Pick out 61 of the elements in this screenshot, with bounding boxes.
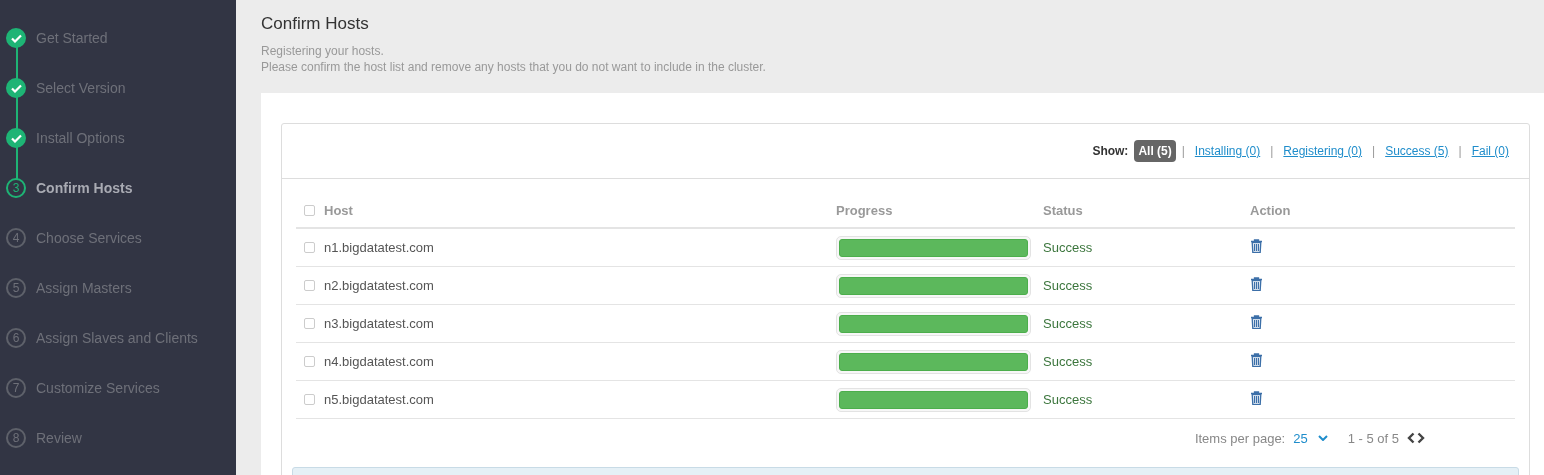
step-label[interactable]: Customize Services xyxy=(36,380,160,396)
step-label[interactable]: Select Version xyxy=(36,80,126,96)
step-label[interactable]: Assign Slaves and Clients xyxy=(36,330,198,346)
row-checkbox[interactable] xyxy=(304,242,315,253)
filter-label: Show: xyxy=(1092,144,1129,158)
page-range: 1 - 5 of 5 xyxy=(1347,430,1399,446)
step-indicator: 5 xyxy=(6,278,26,298)
status-text: Success xyxy=(1043,316,1094,331)
row-checkbox[interactable] xyxy=(304,394,315,405)
check-icon xyxy=(10,33,22,43)
filter-option[interactable]: All (5) xyxy=(1134,140,1176,162)
row-checkbox[interactable] xyxy=(304,318,315,329)
host-name: n3.bigdatatest.com xyxy=(324,316,435,331)
host-name: n4.bigdatatest.com xyxy=(324,354,435,369)
host-name: n2.bigdatatest.com xyxy=(324,278,435,293)
step-label[interactable]: Choose Services xyxy=(36,230,142,246)
page-title: Confirm Hosts xyxy=(261,14,370,34)
items-per-page-label: Items per page: xyxy=(1194,430,1286,446)
trash-icon[interactable] xyxy=(1250,277,1263,291)
status-text: Success xyxy=(1043,392,1094,407)
step-indicator: 8 xyxy=(6,428,26,448)
per-page-select[interactable]: 25 xyxy=(1293,430,1328,446)
select-all-checkbox[interactable] xyxy=(304,204,315,216)
status-text: Success xyxy=(1043,354,1094,369)
filter-separator: | xyxy=(1270,144,1274,158)
step-indicator: 7 xyxy=(6,378,26,398)
trash-icon[interactable] xyxy=(1250,239,1263,253)
check-icon xyxy=(10,133,22,143)
filter-separator: | xyxy=(1372,144,1376,158)
step-indicator: 3 xyxy=(6,178,26,198)
step-indicator: 4 xyxy=(6,228,26,248)
step-label[interactable]: Get Started xyxy=(36,30,108,46)
host-name: n5.bigdatatest.com xyxy=(324,392,435,407)
step-label[interactable]: Install Options xyxy=(36,130,125,146)
step-label[interactable]: Assign Masters xyxy=(36,280,132,296)
trash-icon[interactable] xyxy=(1250,353,1263,367)
filter-separator: | xyxy=(1181,144,1185,158)
trash-icon[interactable] xyxy=(1250,315,1263,329)
filter-separator: | xyxy=(1458,144,1462,158)
column-header: Action xyxy=(1250,202,1292,218)
step-label[interactable]: Confirm Hosts xyxy=(36,180,133,196)
step-label[interactable]: Review xyxy=(36,430,82,446)
column-header: Host xyxy=(324,202,354,218)
filter-option[interactable]: Installing (0) xyxy=(1190,140,1265,162)
page-description: Registering your hosts. Please confirm the host list and remove any hosts that you do not want to include in the cluster. xyxy=(261,43,767,75)
row-checkbox[interactable] xyxy=(304,356,315,367)
chevron-down-icon xyxy=(1317,435,1328,441)
trash-icon[interactable] xyxy=(1250,391,1263,405)
filter-option[interactable]: Success (5) xyxy=(1381,140,1453,162)
host-name: n1.bigdatatest.com xyxy=(324,240,435,255)
check-icon xyxy=(10,83,22,93)
next-page-icon[interactable] xyxy=(1417,432,1425,444)
column-header: Progress xyxy=(836,202,894,218)
row-checkbox[interactable] xyxy=(304,280,315,291)
step-indicator: 6 xyxy=(6,328,26,348)
status-text: Success xyxy=(1043,278,1094,293)
previous-page-icon[interactable] xyxy=(1407,432,1415,444)
filter-option[interactable]: Fail (0) xyxy=(1467,140,1513,162)
filter-option[interactable]: Registering (0) xyxy=(1279,140,1367,162)
status-text: Success xyxy=(1043,240,1094,255)
column-header: Status xyxy=(1043,202,1084,218)
